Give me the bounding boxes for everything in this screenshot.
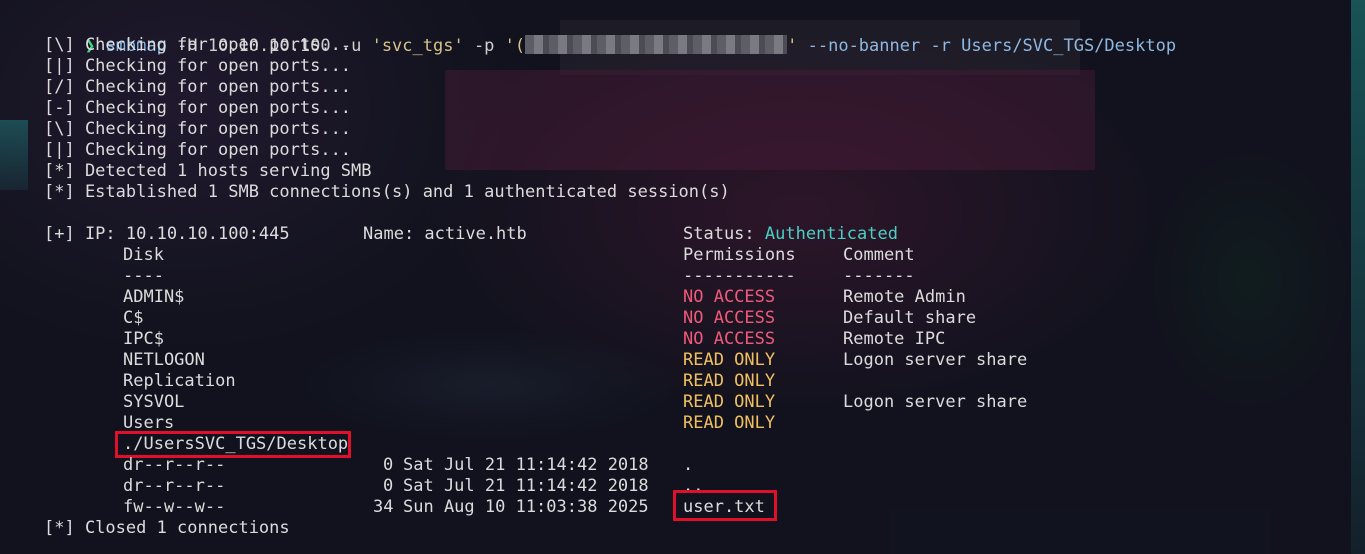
status-label: Status: <box>683 224 765 244</box>
command-user: 'svc_tgs' <box>371 36 464 56</box>
share-comment: Logon server share <box>843 350 1028 370</box>
share-permission: NO ACCESS <box>683 308 776 328</box>
share-comment: Default share <box>843 308 977 328</box>
header-rule: ----------- <box>683 266 796 286</box>
share-comment: Logon server share <box>843 392 1028 412</box>
progress-line: [|] Checking for open ports... <box>44 56 352 76</box>
host-status: Status: Authenticated <box>683 224 898 245</box>
established-line: [*] Established 1 SMB connections(s) and… <box>44 182 730 202</box>
entry-size: 34 <box>373 497 394 517</box>
detected-line: [*] Detected 1 hosts serving SMB <box>44 161 372 181</box>
progress-line: [\] Checking for open ports... <box>44 35 352 55</box>
share-name: SYSVOL <box>123 392 185 412</box>
share-name: C$ <box>123 308 144 328</box>
share-permission: READ ONLY <box>683 350 776 370</box>
highlight-box <box>115 431 351 458</box>
entry-size: 0 <box>383 455 394 475</box>
share-name: Replication <box>123 371 236 391</box>
host-ip: [+] IP: 10.10.10.100:445 <box>44 224 290 244</box>
share-name: IPC$ <box>123 329 164 349</box>
share-comment: Remote IPC <box>843 329 946 349</box>
progress-line: [-] Checking for open ports... <box>44 98 352 118</box>
highlight-box <box>673 490 777 521</box>
command-pass-close: ' <box>787 36 798 56</box>
header-permissions: Permissions <box>683 245 796 265</box>
header-comment: Comment <box>843 245 915 265</box>
share-permission: NO ACCESS <box>683 287 776 307</box>
header-rule: ---- <box>123 266 164 286</box>
progress-line: [\] Checking for open ports... <box>44 119 352 139</box>
entry-size: 0 <box>383 476 394 496</box>
share-comment: Remote Admin <box>843 287 966 307</box>
share-name: NETLOGON <box>123 350 205 370</box>
entry-mode: fw--w--w-- <box>123 497 226 517</box>
share-permission: NO ACCESS <box>683 329 776 349</box>
closed-line: [*] Closed 1 connections <box>44 518 290 538</box>
entry-mode: dr--r--r-- <box>123 476 226 496</box>
entry-mode: dr--r--r-- <box>123 455 226 475</box>
command-pass-open: '( <box>504 36 526 56</box>
host-name: Name: active.htb <box>363 224 527 244</box>
status-value: Authenticated <box>764 224 898 244</box>
progress-line: [/] Checking for open ports... <box>44 77 352 97</box>
share-permission: READ ONLY <box>683 371 776 391</box>
command-args: --no-banner -r Users/SVC_TGS/Desktop <box>797 36 1177 56</box>
redacted-password <box>525 35 788 54</box>
progress-line: [|] Checking for open ports... <box>44 140 352 160</box>
terminal-output: ❯ smbmap -H 10.10.10.100 -u 'svc_tgs' -p… <box>0 0 1365 554</box>
share-permission: READ ONLY <box>683 413 776 433</box>
entry-date: Sun Aug 10 11:03:38 2025 <box>403 497 649 517</box>
entry-date: Sat Jul 21 11:14:42 2018 <box>403 455 649 475</box>
header-rule: ------- <box>843 266 915 286</box>
share-name: ADMIN$ <box>123 287 185 307</box>
entry-date: Sat Jul 21 11:14:42 2018 <box>403 476 649 496</box>
command-line: ❯ smbmap -H 10.10.10.100 -u 'svc_tgs' -p… <box>44 14 1176 56</box>
command-args: -p <box>463 36 505 56</box>
share-permission: READ ONLY <box>683 392 776 412</box>
header-disk: Disk <box>123 245 164 265</box>
entry-name: . <box>683 455 694 475</box>
